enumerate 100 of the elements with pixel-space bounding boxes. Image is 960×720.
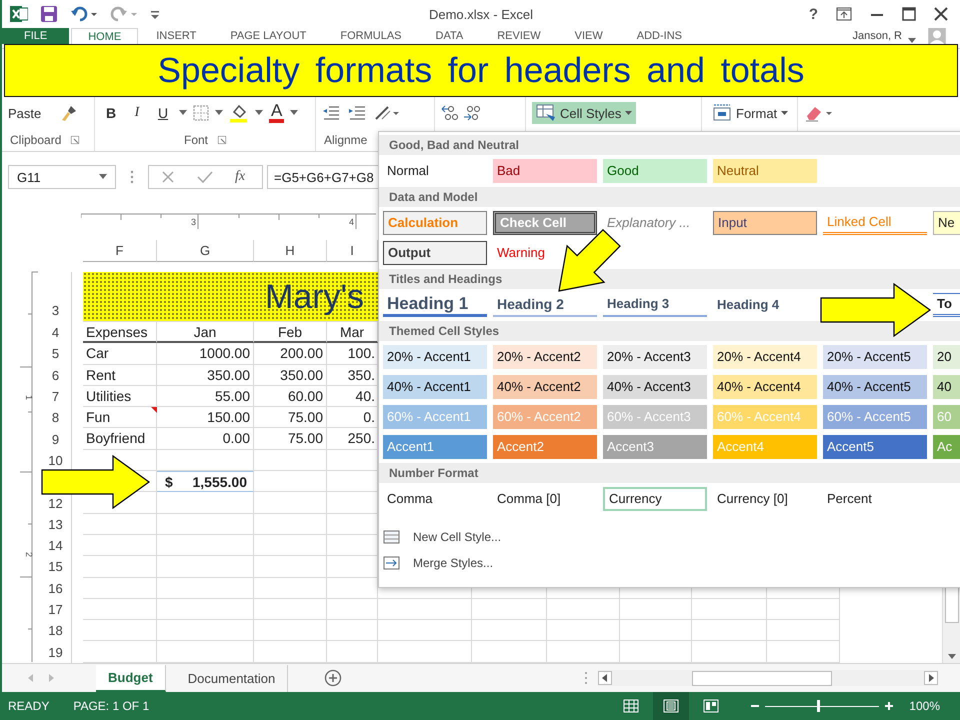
cell-style-option[interactable]: Output — [383, 241, 487, 265]
ribbon-tab[interactable]: FORMULAS — [324, 28, 418, 44]
caret-icon[interactable] — [99, 174, 107, 180]
italic-button[interactable]: I — [127, 105, 147, 121]
scrollbar-thumb[interactable] — [692, 670, 832, 686]
cell-style-option[interactable]: Bad — [493, 159, 597, 183]
spreadsheet-icon[interactable] — [10, 5, 28, 23]
menu-item[interactable]: New Cell Style... — [413, 530, 502, 544]
ribbon-tab[interactable]: INSERT — [140, 28, 212, 44]
cell-styles-button[interactable]: Cell Styles — [532, 102, 636, 124]
cell-style-option[interactable]: Good — [603, 159, 707, 183]
cell-style-option[interactable]: Input — [713, 211, 817, 235]
caret-icon[interactable] — [255, 110, 263, 116]
zoom-in-button[interactable] — [885, 702, 894, 710]
ribbon-tab[interactable]: REVIEW — [481, 28, 557, 44]
increase-decimal-icon[interactable] — [441, 105, 459, 121]
cell-style-option[interactable]: 40% - Accent3 — [603, 375, 707, 399]
cell-style-option[interactable]: To — [933, 293, 960, 317]
column-header[interactable]: H — [254, 240, 327, 262]
ribbon-tab[interactable]: FILE — [2, 28, 70, 44]
insert-function-button[interactable]: fx — [235, 169, 246, 185]
help-button[interactable]: ? — [808, 6, 818, 22]
scrollbar-thumb[interactable] — [944, 587, 958, 623]
cell-style-option[interactable]: Heading 1 — [383, 293, 487, 317]
row-number[interactable]: 9 — [40, 428, 72, 450]
ribbon-display-icon[interactable] — [836, 7, 852, 21]
cell-style-option[interactable]: Accent5 — [823, 435, 927, 459]
cell-style-option[interactable]: Explanatory ... — [603, 211, 694, 235]
format-icon[interactable] — [712, 104, 732, 122]
decrease-decimal-icon[interactable] — [463, 105, 481, 121]
scroll-down-icon[interactable] — [946, 651, 958, 661]
cell-style-option[interactable]: Ne — [933, 211, 960, 235]
cell-style-option[interactable]: Currency — [603, 487, 707, 511]
grip-icon[interactable] — [130, 170, 134, 184]
page-break-icon[interactable] — [703, 699, 720, 713]
ribbon-tab[interactable]: DATA — [420, 28, 480, 44]
row-number[interactable]: 7 — [40, 386, 72, 408]
close-icon[interactable] — [934, 7, 948, 21]
ribbon-tab[interactable]: HOME — [71, 28, 138, 44]
cell-style-option[interactable]: 20% - Accent1 — [383, 345, 487, 369]
cell-style-option[interactable]: 20% - Accent2 — [493, 345, 597, 369]
caret-icon[interactable] — [215, 110, 223, 116]
underline-button[interactable]: U — [153, 105, 173, 121]
ribbon-tab[interactable]: ADD-INS — [620, 28, 698, 44]
page-layout-view-button[interactable] — [653, 692, 690, 720]
ribbon-tab[interactable]: VIEW — [558, 28, 619, 44]
new-style-icon[interactable] — [383, 529, 401, 545]
caret-icon[interactable] — [179, 110, 187, 116]
orientation-icon[interactable] — [374, 105, 400, 121]
sheet-tab[interactable]: Budget — [96, 664, 166, 692]
add-sheet-icon[interactable] — [324, 669, 342, 687]
scroll-right-icon[interactable] — [924, 671, 938, 685]
zoom-out-button[interactable] — [751, 702, 760, 710]
page-icon[interactable] — [663, 699, 680, 713]
cell-style-option[interactable]: Percent — [823, 487, 927, 511]
column-header[interactable]: G — [157, 240, 254, 262]
row-number[interactable]: 18 — [40, 620, 72, 642]
column-header[interactable]: F — [83, 240, 157, 262]
cell-style-option[interactable]: 20% - Accent5 — [823, 345, 927, 369]
dialog-launcher-icon[interactable] — [71, 136, 80, 144]
check-icon[interactable] — [197, 170, 213, 184]
name-box[interactable]: G11 — [8, 165, 116, 189]
caret-icon[interactable] — [290, 110, 298, 116]
menu-item[interactable]: Merge Styles... — [413, 556, 494, 570]
cell-style-option[interactable]: Neutral — [713, 159, 817, 183]
format-button[interactable]: Format — [708, 102, 792, 124]
paste-button[interactable]: Paste — [8, 106, 42, 120]
dialog-launcher-icon[interactable] — [218, 136, 226, 144]
row-number[interactable]: 4 — [40, 322, 72, 344]
cell-style-option[interactable]: 20% - Accent4 — [713, 345, 817, 369]
fill-color-icon[interactable] — [229, 103, 249, 123]
row-number[interactable]: 13 — [40, 514, 72, 535]
grid-icon[interactable] — [623, 699, 640, 713]
table-style-icon[interactable] — [536, 104, 556, 122]
row-number[interactable]: 17 — [40, 598, 72, 620]
zoom-slider-thumb[interactable] — [816, 700, 820, 712]
cell-style-option[interactable]: 40% - Accent4 — [713, 375, 817, 399]
undo-icon[interactable] — [70, 5, 98, 23]
cell-style-option[interactable]: Currency [0] — [713, 487, 817, 511]
bold-button[interactable]: B — [101, 105, 121, 121]
cell-style-option[interactable]: 40% - Accent1 — [383, 375, 487, 399]
save-icon[interactable] — [40, 5, 58, 23]
row-number[interactable]: 14 — [40, 534, 72, 556]
user-name[interactable]: Janson, R — [852, 29, 902, 43]
cell-style-option[interactable]: 40% - Accent5 — [823, 375, 927, 399]
caret-icon[interactable] — [625, 110, 632, 116]
zoom-level[interactable]: 100% — [909, 699, 940, 713]
cell-style-option[interactable]: Heading 2 — [493, 293, 597, 317]
cell-style-option[interactable]: Normal — [383, 159, 433, 183]
ribbon-tab[interactable]: PAGE LAYOUT — [214, 28, 322, 44]
cell-style-option[interactable]: Comma [0] — [493, 487, 597, 511]
cell-style-option[interactable]: Heading 3 — [603, 293, 707, 317]
cell-style-option[interactable]: Comma — [383, 487, 487, 511]
cell-style-option[interactable]: Heading 4 — [713, 293, 784, 317]
row-number[interactable]: 5 — [40, 343, 72, 365]
scroll-left-icon[interactable] — [598, 671, 612, 685]
row-number[interactable]: 15 — [40, 556, 72, 578]
merge-styles-icon[interactable] — [383, 555, 401, 571]
eraser-icon[interactable] — [804, 104, 834, 122]
grip-icon[interactable] — [584, 671, 588, 685]
